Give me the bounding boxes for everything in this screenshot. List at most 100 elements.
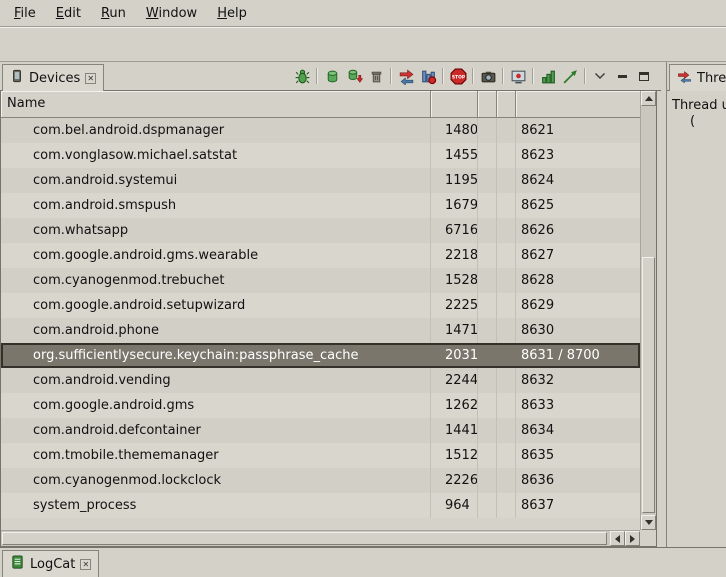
process-name-cell: com.google.android.setupwizard [1, 293, 431, 318]
process-name-cell: com.google.android.gms.wearable [1, 243, 431, 268]
empty-cell-2 [497, 118, 516, 143]
horizontal-scrollbar-thumb[interactable] [2, 532, 607, 545]
device-row[interactable]: com.whatsapp67168626 [1, 218, 640, 243]
column-header-port[interactable] [516, 91, 640, 118]
close-icon[interactable]: ✕ [80, 559, 91, 570]
minimize-icon[interactable] [611, 65, 633, 87]
process-name-cell: org.sufficientlysecure.keychain:passphra… [1, 343, 431, 368]
empty-cell-1 [478, 193, 497, 218]
empty-cell-1 [478, 343, 497, 368]
horizontal-scrollbar[interactable] [1, 530, 640, 546]
empty-cell-2 [497, 143, 516, 168]
device-row[interactable]: org.sufficientlysecure.keychain:passphra… [1, 343, 640, 368]
process-name-cell: com.cyanogenmod.lockclock [1, 468, 431, 493]
device-row[interactable]: com.android.smspush16798625 [1, 193, 640, 218]
pid-cell: 22440 [431, 368, 478, 393]
empty-cell-2 [497, 218, 516, 243]
port-cell: 8631 / 8700 [516, 343, 640, 368]
column-header-empty-2[interactable] [497, 91, 516, 118]
sysinfo-icon[interactable] [537, 65, 559, 87]
screen-record-icon[interactable] [507, 65, 529, 87]
toolbar-separator [532, 68, 534, 84]
column-header-empty-1[interactable] [478, 91, 497, 118]
device-table-body: com.bel.android.dspmanager14808621com.vo… [1, 118, 640, 530]
devices-toolbar: STOP [291, 65, 655, 87]
empty-cell-1 [478, 393, 497, 418]
device-row[interactable]: system_process9648637 [1, 493, 640, 518]
port-cell: 8632 [516, 368, 640, 393]
main-toolbar [0, 27, 726, 62]
toolbar-separator [502, 68, 504, 84]
menu-edit[interactable]: Edit [46, 3, 91, 24]
device-table: Name com.bel.android.dspmanager14808621c… [0, 91, 657, 547]
device-row[interactable]: com.android.vending224408632 [1, 368, 640, 393]
devices-view: Devices ✕ [0, 62, 661, 547]
toolbar-separator [584, 68, 586, 84]
view-menu-icon[interactable] [589, 65, 611, 87]
pid-cell: 6716 [431, 218, 478, 243]
scroll-left-icon[interactable] [610, 531, 625, 546]
update-heap-icon[interactable] [321, 65, 343, 87]
menu-window[interactable]: Window [136, 3, 207, 24]
device-row[interactable]: com.vonglasow.michael.satstat145538623 [1, 143, 640, 168]
device-row[interactable]: com.cyanogenmod.lockclock222658636 [1, 468, 640, 493]
tab-devices[interactable]: Devices ✕ [2, 64, 104, 91]
process-name-cell: com.google.android.gms [1, 393, 431, 418]
empty-cell-2 [497, 243, 516, 268]
empty-cell-2 [497, 493, 516, 518]
empty-cell-2 [497, 443, 516, 468]
empty-cell-1 [478, 443, 497, 468]
scroll-down-icon[interactable] [641, 515, 656, 530]
device-row[interactable]: com.google.android.setupwizard222508629 [1, 293, 640, 318]
debug-process-icon[interactable] [291, 65, 313, 87]
device-row[interactable]: com.google.android.gms126238633 [1, 393, 640, 418]
pid-cell: 1480 [431, 118, 478, 143]
vertical-scrollbar[interactable] [640, 91, 656, 530]
empty-cell-2 [497, 168, 516, 193]
scroll-up-icon[interactable] [641, 91, 656, 106]
screen-capture-icon[interactable] [477, 65, 499, 87]
threads-icon [677, 69, 692, 87]
update-threads-icon[interactable] [395, 65, 417, 87]
start-method-profiling-icon[interactable] [417, 65, 439, 87]
port-cell: 8630 [516, 318, 640, 343]
logcat-icon [10, 554, 25, 574]
device-table-header: Name [1, 91, 640, 118]
menu-run[interactable]: Run [91, 3, 136, 24]
empty-cell-2 [497, 468, 516, 493]
close-icon[interactable]: ✕ [85, 73, 96, 84]
dump-hprof-icon[interactable] [343, 65, 365, 87]
menu-file[interactable]: File [4, 3, 46, 24]
device-row[interactable]: com.tmobile.thememanager15128635 [1, 443, 640, 468]
toolbar-separator [390, 68, 392, 84]
tracker-icon[interactable] [559, 65, 581, 87]
process-name-cell: com.android.phone [1, 318, 431, 343]
menu-help[interactable]: Help [207, 3, 257, 24]
device-row[interactable]: com.android.defcontainer144118634 [1, 418, 640, 443]
device-row[interactable]: com.google.android.gms.wearable221858627 [1, 243, 640, 268]
port-cell: 8634 [516, 418, 640, 443]
process-name-cell: com.android.systemui [1, 168, 431, 193]
device-row[interactable]: com.android.phone14718630 [1, 318, 640, 343]
tab-threads[interactable]: Threa [669, 64, 726, 91]
stop-process-icon[interactable]: STOP [447, 65, 469, 87]
pid-cell: 14411 [431, 418, 478, 443]
empty-cell-1 [478, 468, 497, 493]
column-header-pid[interactable] [431, 91, 478, 118]
vertical-scrollbar-thumb[interactable] [642, 257, 655, 513]
cause-gc-icon[interactable] [365, 65, 387, 87]
device-row[interactable]: com.cyanogenmod.trebuchet15288628 [1, 268, 640, 293]
empty-cell-1 [478, 118, 497, 143]
pid-cell: 1528 [431, 268, 478, 293]
empty-cell-1 [478, 493, 497, 518]
port-cell: 8636 [516, 468, 640, 493]
empty-cell-2 [497, 418, 516, 443]
tab-logcat[interactable]: LogCat ✕ [2, 550, 99, 577]
device-row[interactable]: com.android.systemui11958624 [1, 168, 640, 193]
scroll-right-icon[interactable] [625, 531, 640, 546]
device-row[interactable]: com.bel.android.dspmanager14808621 [1, 118, 640, 143]
maximize-icon[interactable] [633, 65, 655, 87]
port-cell: 8623 [516, 143, 640, 168]
column-header-name[interactable]: Name [1, 91, 431, 118]
stop-label: STOP [451, 74, 465, 80]
